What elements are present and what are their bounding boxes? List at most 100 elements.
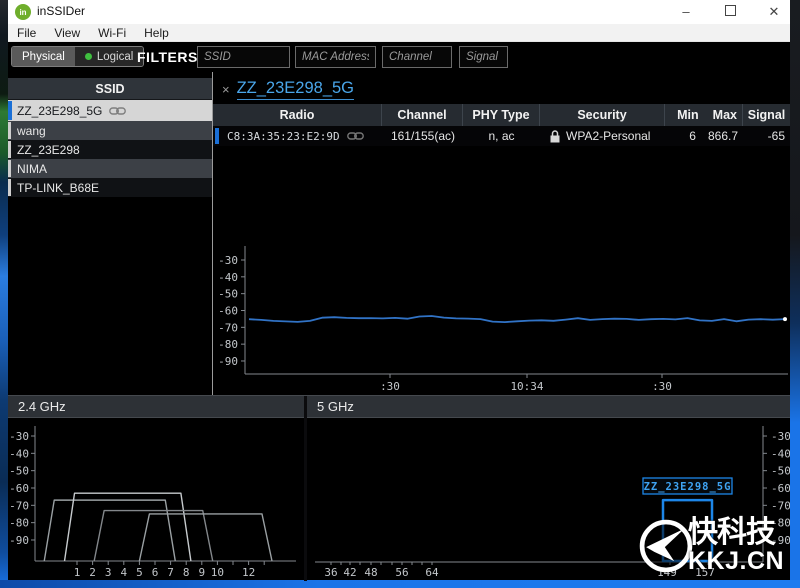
view-mode-toggle: Physical Logical	[11, 46, 144, 67]
filter-bar: Physical Logical FILTERS:	[8, 42, 790, 72]
col-radio[interactable]: Radio	[213, 104, 382, 126]
svg-text::30: :30	[652, 380, 672, 392]
desktop-edge-left	[0, 0, 8, 588]
table-row[interactable]: C8:3A:35:23:E2:9D 161/155(ac) n, ac	[213, 126, 790, 146]
radio-signal: -65	[743, 126, 790, 146]
col-signal[interactable]: Signal	[743, 104, 790, 126]
svg-text:42: 42	[343, 566, 356, 579]
ssid-list-item[interactable]: NIMA	[8, 159, 212, 178]
svg-text:3: 3	[105, 566, 112, 579]
svg-text:-60: -60	[771, 482, 790, 495]
ssid-column-header[interactable]: SSID	[8, 78, 212, 100]
svg-text:2: 2	[89, 566, 96, 579]
menu-file[interactable]: File	[8, 26, 45, 40]
band-24ghz-header: 2.4 GHz	[8, 396, 304, 418]
mac-filter-input[interactable]	[295, 46, 376, 68]
svg-text:-50: -50	[218, 288, 238, 301]
maximize-button[interactable]	[720, 0, 740, 24]
watermark-en-text: KKJ.CN	[688, 549, 784, 574]
desktop: in inSSIDer – ✕ File View Wi-Fi Help Phy…	[0, 0, 800, 588]
svg-text:48: 48	[364, 566, 377, 579]
radio-channel: 161/155(ac)	[382, 126, 463, 146]
svg-text:9: 9	[198, 566, 205, 579]
band-24ghz-chart[interactable]: -30-40-50-60-70-80-901234567891012	[8, 418, 304, 581]
logical-toggle-button[interactable]: Logical	[75, 47, 143, 66]
ssid-list-item[interactable]: wang	[8, 121, 212, 140]
svg-text:-30: -30	[218, 254, 238, 267]
svg-text:36: 36	[324, 566, 337, 579]
svg-text:10: 10	[211, 566, 224, 579]
svg-text:-80: -80	[9, 517, 29, 530]
svg-text:5: 5	[136, 566, 143, 579]
minimize-button[interactable]: –	[676, 0, 696, 24]
ssid-list-item[interactable]: TP-LINK_B68E	[8, 178, 212, 197]
ssid-filter-input[interactable]	[197, 46, 290, 68]
logical-status-dot-icon	[85, 53, 92, 60]
inssider-window: in inSSIDer – ✕ File View Wi-Fi Help Phy…	[8, 0, 790, 580]
svg-text:6: 6	[152, 566, 159, 579]
signal-filter-input[interactable]	[459, 46, 508, 68]
band-24ghz-panel: 2.4 GHz -30-40-50-60-70-80-9012345678910…	[8, 396, 304, 581]
svg-text:-30: -30	[771, 430, 790, 443]
svg-text:64: 64	[425, 566, 439, 579]
menu-bar: File View Wi-Fi Help	[8, 24, 790, 42]
window-title: inSSIDer	[37, 4, 85, 18]
inssider-logo-icon: in	[15, 4, 31, 20]
watermark-cn-text: 快科技	[688, 518, 784, 548]
svg-text:-40: -40	[771, 447, 790, 460]
svg-text:-30: -30	[9, 430, 29, 443]
svg-text::30: :30	[380, 380, 400, 392]
col-channel[interactable]: Channel	[382, 104, 463, 126]
kkj-watermark: 快科技 KKJ.CN	[638, 518, 784, 574]
radio-phy: n, ac	[463, 126, 540, 146]
detail-tab[interactable]: × ZZ_23E298_5G	[213, 76, 354, 102]
svg-text:-40: -40	[9, 447, 29, 460]
tab-close-icon[interactable]: ×	[222, 82, 230, 97]
radio-mac: C8:3A:35:23:E2:9D	[213, 126, 382, 146]
svg-text:4: 4	[120, 566, 127, 579]
svg-text:56: 56	[395, 566, 408, 579]
svg-text:8: 8	[183, 566, 190, 579]
svg-text:-40: -40	[218, 271, 238, 284]
col-min-max[interactable]: Min Max	[665, 104, 743, 126]
row-indicator	[8, 141, 11, 158]
col-min: Min	[677, 108, 699, 122]
svg-text:-90: -90	[218, 355, 238, 368]
svg-text:-50: -50	[9, 465, 29, 478]
row-indicator	[8, 122, 11, 139]
filters-label: FILTERS:	[137, 49, 203, 65]
svg-text:ZZ_23E298_5G: ZZ_23E298_5G	[644, 481, 732, 493]
channel-filter-input[interactable]	[382, 46, 452, 68]
kkj-logo-icon	[638, 518, 694, 574]
svg-text:7: 7	[167, 566, 174, 579]
ssid-list-item[interactable]: ZZ_23E298_5G	[8, 100, 212, 121]
signal-time-chart[interactable]: -30-40-50-60-70-80-90:3010:34:30	[213, 240, 790, 392]
col-phy-type[interactable]: PHY Type	[463, 104, 540, 126]
link-icon	[347, 132, 364, 140]
svg-text:-60: -60	[9, 482, 29, 495]
svg-text:-50: -50	[771, 465, 790, 478]
svg-text:-70: -70	[218, 321, 238, 334]
table-header-row: Radio Channel PHY Type Security Min Max …	[213, 104, 790, 126]
col-max: Max	[713, 108, 737, 122]
ssid-list-item[interactable]: ZZ_23E298	[8, 140, 212, 159]
svg-text:1: 1	[74, 566, 81, 579]
menu-view[interactable]: View	[45, 26, 89, 40]
col-security[interactable]: Security	[540, 104, 665, 126]
svg-text:-80: -80	[218, 338, 238, 351]
menu-wifi[interactable]: Wi-Fi	[89, 26, 135, 40]
band-5ghz-header: 5 GHz	[307, 396, 790, 418]
detail-tab-title: ZZ_23E298_5G	[237, 79, 354, 100]
row-indicator	[8, 179, 11, 196]
close-button[interactable]: ✕	[764, 0, 784, 24]
title-bar[interactable]: in inSSIDer – ✕	[8, 0, 790, 24]
radio-table: Radio Channel PHY Type Security Min Max …	[213, 104, 790, 146]
lock-icon	[550, 130, 560, 143]
network-detail-panel: × ZZ_23E298_5G Radio Channel PHY Type Se…	[213, 72, 790, 395]
link-icon	[109, 107, 126, 115]
row-indicator	[8, 101, 12, 120]
svg-text:12: 12	[242, 566, 255, 579]
menu-help[interactable]: Help	[135, 26, 178, 40]
physical-toggle-button[interactable]: Physical	[12, 47, 75, 66]
ssid-list-panel: SSID ZZ_23E298_5G wang ZZ_23E298 NIMA	[8, 72, 213, 395]
